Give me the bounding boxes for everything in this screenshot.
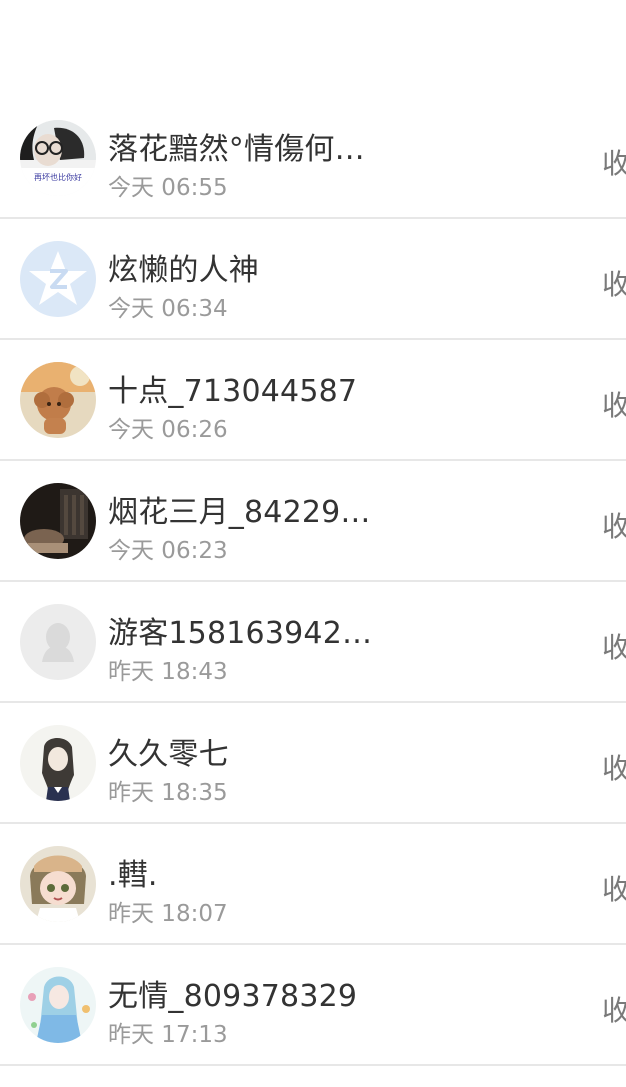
contact-name: 烟花三月_84229…: [108, 495, 371, 530]
collect-button[interactable]: 收: [602, 384, 626, 424]
avatar: 再坏也比你好: [20, 120, 96, 196]
collect-button[interactable]: 收: [602, 747, 626, 787]
contact-name: 落花黯然°情傷何…: [108, 132, 365, 167]
collect-button[interactable]: 收: [602, 263, 626, 303]
list-item[interactable]: .轊. 昨天 18:07 收: [0, 824, 626, 945]
collect-button[interactable]: 收: [602, 505, 626, 545]
list-item[interactable]: 炫懒的人神 今天 06:34 收: [0, 219, 626, 340]
contact-time: 昨天 18:43: [108, 659, 228, 685]
avatar: [20, 604, 96, 680]
contact-name: 久久零七: [108, 737, 229, 772]
avatar-caption: 再坏也比你好: [34, 172, 82, 182]
list-item[interactable]: 久久零七 昨天 18:35 收: [0, 703, 626, 824]
collect-button[interactable]: 收: [602, 868, 626, 908]
avatar: [20, 967, 96, 1043]
contact-time: 昨天 18:07: [108, 901, 228, 927]
collect-button[interactable]: 收: [602, 989, 626, 1029]
contact-name: 炫懒的人神: [108, 253, 259, 288]
contact-time: 今天 06:55: [108, 175, 228, 201]
list-item[interactable]: 烟花三月_84229… 今天 06:23 收: [0, 461, 626, 582]
list-item[interactable]: 无情_809378329 昨天 17:13 收: [0, 945, 626, 1066]
contact-time: 今天 06:34: [108, 296, 228, 322]
contact-list: 再坏也比你好 落花黯然°情傷何… 今天 06:55 收 炫懒的人神 今天 06:…: [0, 98, 626, 1066]
collect-button[interactable]: 收: [602, 626, 626, 666]
contact-name: 十点_713044587: [108, 374, 358, 409]
avatar: [20, 241, 96, 317]
contact-time: 昨天 17:13: [108, 1022, 228, 1048]
list-item[interactable]: 再坏也比你好 落花黯然°情傷何… 今天 06:55 收: [0, 98, 626, 219]
collect-button[interactable]: 收: [602, 142, 626, 182]
top-blank-area: [0, 0, 626, 98]
avatar: [20, 362, 96, 438]
contact-name: 无情_809378329: [108, 979, 358, 1014]
contact-time: 今天 06:26: [108, 417, 228, 443]
contact-time: 今天 06:23: [108, 538, 228, 564]
avatar: [20, 725, 96, 801]
contact-name: 游客158163942…: [108, 616, 373, 651]
avatar: [20, 483, 96, 559]
list-item[interactable]: 十点_713044587 今天 06:26 收: [0, 340, 626, 461]
avatar: [20, 846, 96, 922]
contact-time: 昨天 18:35: [108, 780, 228, 806]
list-item[interactable]: 游客158163942… 昨天 18:43 收: [0, 582, 626, 703]
contact-name: .轊.: [108, 858, 158, 893]
